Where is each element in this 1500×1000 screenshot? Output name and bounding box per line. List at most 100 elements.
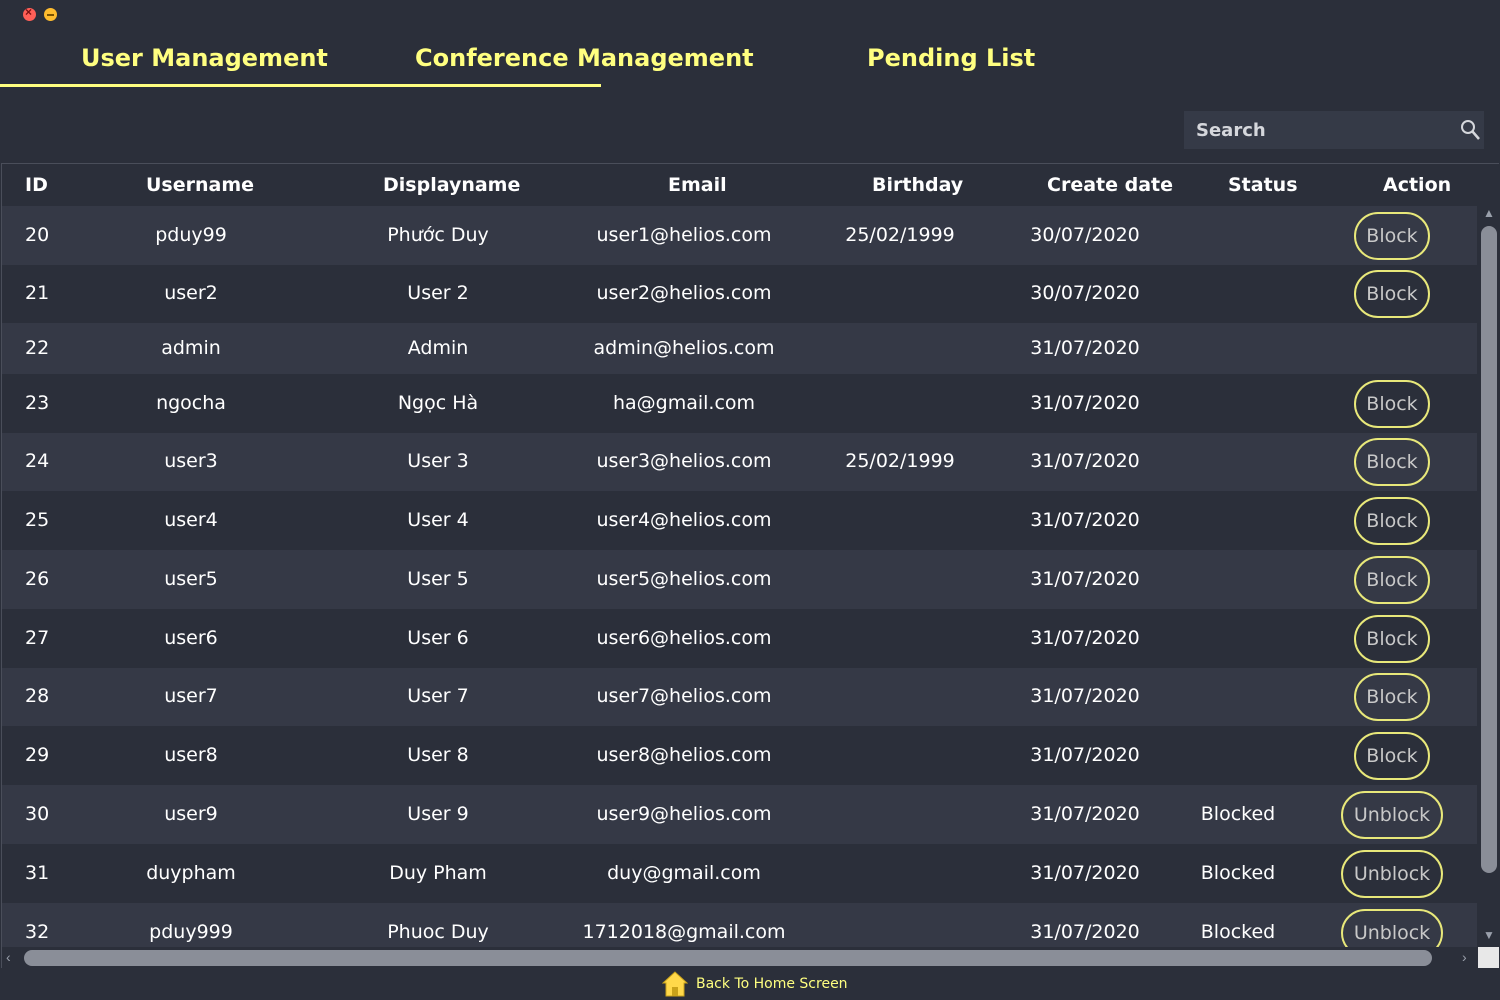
cell-create-date: 31/07/2020 (1030, 450, 1140, 472)
cell-displayname: User 4 (407, 509, 469, 531)
cell-email: 1712018@gmail.com (582, 921, 786, 943)
tab-conference-management[interactable]: Conference Management (415, 44, 754, 72)
column-header-id[interactable]: ID (25, 174, 48, 196)
horizontal-scroll-thumb[interactable] (24, 950, 1432, 966)
cell-displayname: Duy Pham (389, 862, 487, 884)
cell-id: 23 (25, 392, 50, 414)
table-row[interactable]: 24 user3 User 3 user3@helios.com 25/02/1999 3… (2, 433, 1477, 491)
cell-id: 24 (25, 450, 50, 472)
minimize-icon[interactable] (44, 8, 57, 21)
cell-create-date: 31/07/2020 (1030, 744, 1140, 766)
users-table: ID Username Displayname Email Birthday C… (1, 163, 1499, 970)
table-row[interactable]: 20 pduy99 Phước Duy user1@helios.com 25/02/1… (2, 206, 1477, 265)
unblock-button[interactable]: Unblock (1341, 909, 1443, 947)
table-row[interactable]: 28 user7 User 7 user7@helios.com 31/07/2020 B… (2, 668, 1477, 726)
cell-email: user7@helios.com (596, 685, 772, 707)
unblock-button[interactable]: Unblock (1341, 850, 1443, 898)
cell-id: 20 (25, 224, 50, 246)
cell-birthday: 25/02/1999 (845, 450, 955, 472)
cell-displayname: User 2 (407, 282, 469, 304)
cell-email: user8@helios.com (596, 744, 772, 766)
block-button[interactable]: Block (1354, 380, 1430, 428)
tab-user-management[interactable]: User Management (81, 44, 328, 72)
vertical-scrollbar[interactable]: ▲ ▼ (1478, 206, 1499, 947)
block-button[interactable]: Block (1354, 270, 1430, 318)
block-button[interactable]: Block (1354, 497, 1430, 545)
cell-id: 26 (25, 568, 50, 590)
cell-username: user4 (164, 509, 218, 531)
table-row[interactable]: 26 user5 User 5 user5@helios.com 31/07/2020 B… (2, 550, 1477, 609)
cell-email: user9@helios.com (596, 803, 772, 825)
scroll-down-icon[interactable]: ▼ (1482, 928, 1496, 942)
horizontal-scrollbar[interactable]: ‹ › (2, 947, 1499, 969)
block-button[interactable]: Block (1354, 673, 1430, 721)
cell-create-date: 31/07/2020 (1030, 685, 1140, 707)
column-header-birthday[interactable]: Birthday (872, 174, 963, 196)
search-input[interactable] (1184, 111, 1444, 149)
search-icon[interactable] (1460, 119, 1480, 141)
cell-displayname: User 9 (407, 803, 469, 825)
cell-displayname: User 7 (407, 685, 469, 707)
cell-username: user9 (164, 803, 218, 825)
cell-create-date: 31/07/2020 (1030, 862, 1140, 884)
table-row[interactable]: 27 user6 User 6 user6@helios.com 31/07/2020 B… (2, 609, 1477, 668)
cell-username: pduy999 (149, 921, 233, 943)
scroll-up-icon[interactable]: ▲ (1482, 206, 1496, 220)
cell-displayname: Phuoc Duy (387, 921, 489, 943)
cell-displayname: User 3 (407, 450, 469, 472)
cell-id: 32 (25, 921, 50, 943)
cell-displayname: User 6 (407, 627, 469, 649)
cell-id: 29 (25, 744, 50, 766)
cell-status: Blocked (1200, 803, 1276, 825)
cell-username: user6 (164, 627, 218, 649)
cell-email: user3@helios.com (596, 450, 772, 472)
block-button[interactable]: Block (1354, 615, 1430, 663)
cell-displayname: Phước Duy (387, 224, 489, 246)
unblock-button[interactable]: Unblock (1341, 791, 1443, 839)
table-row[interactable]: 31 duypham Duy Pham duy@gmail.com 31/07/2020… (2, 844, 1477, 903)
cell-create-date: 31/07/2020 (1030, 627, 1140, 649)
table-row[interactable]: 21 user2 User 2 user2@helios.com 30/07/2020 B… (2, 265, 1477, 323)
table-header: ID Username Displayname Email Birthday C… (2, 164, 1499, 206)
table-row[interactable]: 22 admin Admin admin@helios.com 31/07/2020 (2, 323, 1477, 374)
scroll-left-icon[interactable]: ‹ (6, 949, 11, 965)
cell-username: user8 (164, 744, 218, 766)
block-button[interactable]: Block (1354, 732, 1430, 780)
block-button[interactable]: Block (1354, 212, 1430, 260)
table-body: 20 pduy99 Phước Duy user1@helios.com 25/02/1… (2, 206, 1477, 947)
table-row[interactable]: 23 ngocha Ngọc Hà ha@gmail.com 31/07/2020 Blo… (2, 374, 1477, 433)
cell-username: user3 (164, 450, 218, 472)
cell-id: 27 (25, 627, 50, 649)
cell-id: 22 (25, 337, 50, 359)
block-button[interactable]: Block (1354, 438, 1430, 486)
table-row[interactable]: 32 pduy999 Phuoc Duy 1712018@gmail.com 31/07… (2, 903, 1477, 947)
cell-email: user6@helios.com (596, 627, 772, 649)
column-header-create-date[interactable]: Create date (1047, 174, 1173, 196)
cell-username: duypham (146, 862, 236, 884)
column-header-status[interactable]: Status (1228, 174, 1298, 196)
vertical-scroll-thumb[interactable] (1481, 226, 1497, 873)
table-row[interactable]: 30 user9 User 9 user9@helios.com 31/07/2020 B… (2, 785, 1477, 844)
table-row[interactable]: 29 user8 User 8 user8@helios.com 31/07/2020 B… (2, 726, 1477, 785)
column-header-action[interactable]: Action (1383, 174, 1451, 196)
scroll-right-icon[interactable]: › (1462, 949, 1467, 965)
cell-displayname: User 8 (407, 744, 469, 766)
cell-username: user7 (164, 685, 218, 707)
cell-username: pduy99 (155, 224, 227, 246)
cell-status: Blocked (1200, 921, 1276, 943)
window-titlebar (0, 0, 1500, 30)
cell-email: ha@gmail.com (612, 392, 756, 414)
table-row[interactable]: 25 user4 User 4 user4@helios.com 31/07/2020 B… (2, 491, 1477, 550)
cell-create-date: 31/07/2020 (1030, 392, 1140, 414)
column-header-displayname[interactable]: Displayname (383, 174, 520, 196)
close-icon[interactable] (23, 5, 36, 21)
cell-displayname: Ngọc Hà (397, 392, 479, 414)
column-header-email[interactable]: Email (668, 174, 727, 196)
tab-pending-list[interactable]: Pending List (867, 44, 1035, 72)
back-to-home-button[interactable]: Back To Home Screen (662, 970, 848, 998)
block-button[interactable]: Block (1354, 556, 1430, 604)
cell-username: user5 (164, 568, 218, 590)
cell-email: user5@helios.com (596, 568, 772, 590)
cell-username: ngocha (156, 392, 226, 414)
column-header-username[interactable]: Username (146, 174, 254, 196)
